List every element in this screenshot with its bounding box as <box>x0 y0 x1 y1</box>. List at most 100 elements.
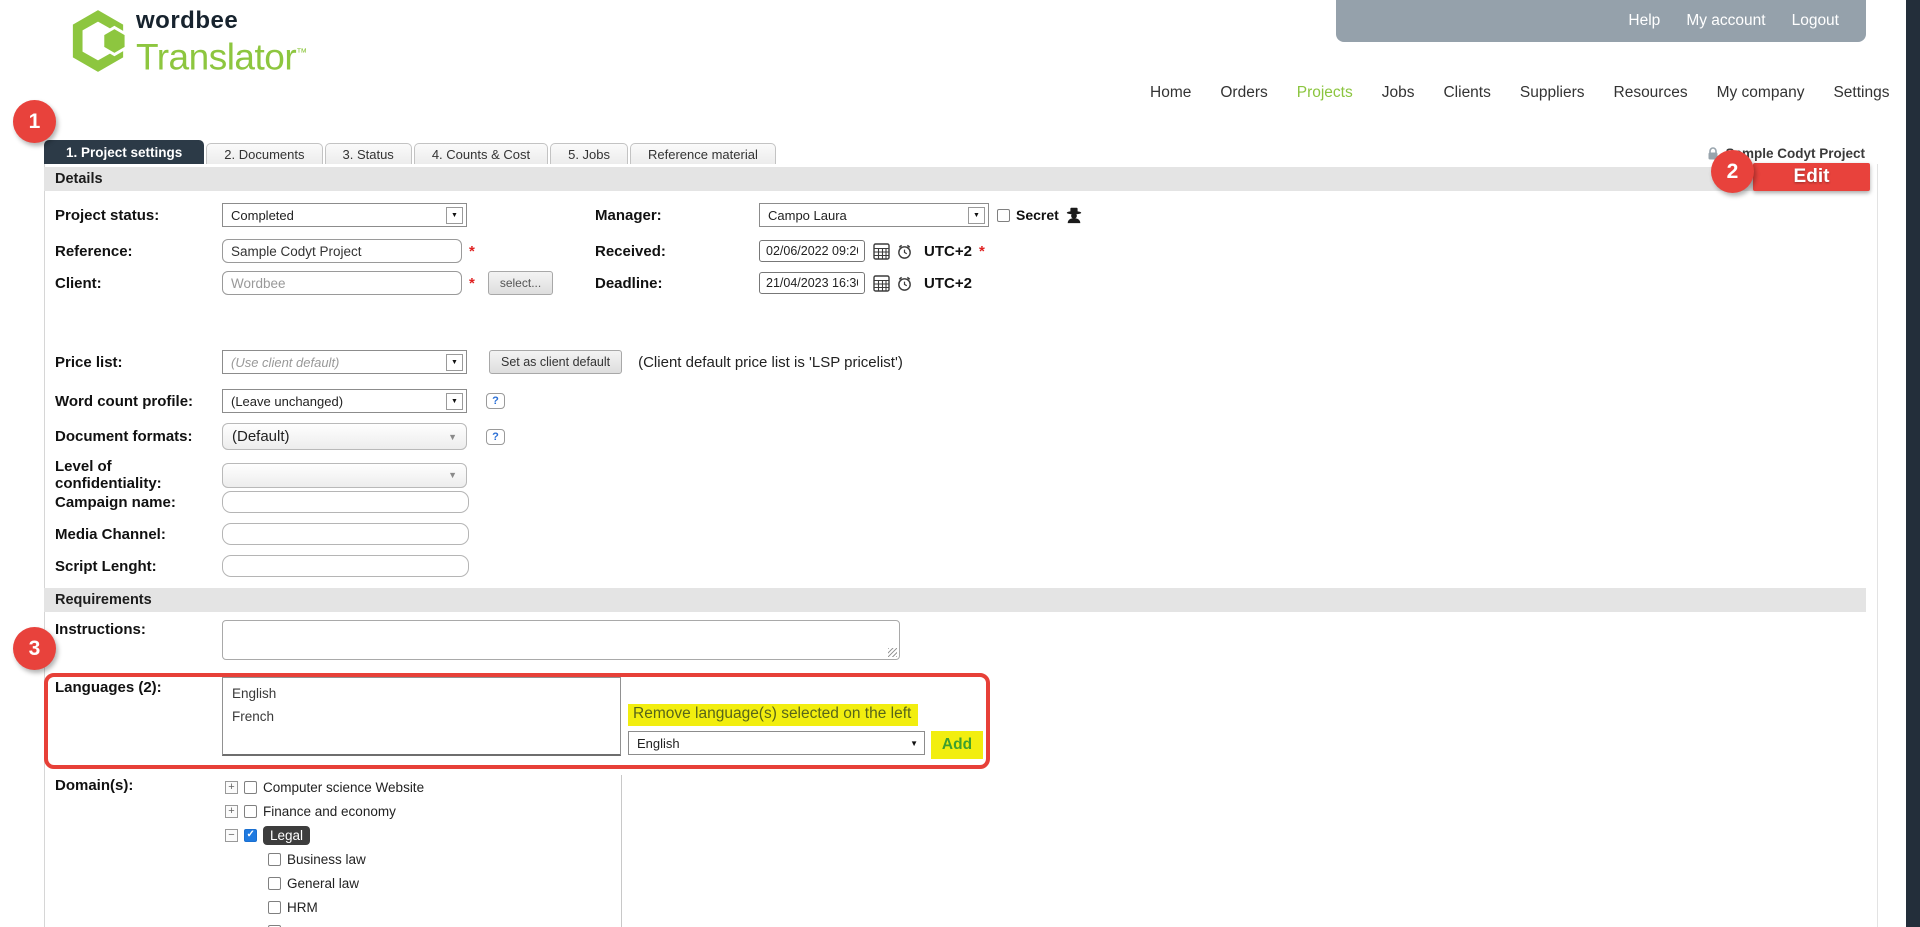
right-scrollbar-strip[interactable] <box>1906 0 1920 927</box>
chevron-down-icon[interactable]: ▼ <box>910 739 918 748</box>
logo-product-name: Translator™ <box>136 34 307 76</box>
required-asterisk: * <box>469 243 475 260</box>
chevron-down-icon[interactable]: ▼ <box>446 207 463 224</box>
my-account-link[interactable]: My account <box>1686 12 1765 30</box>
confidentiality-label: Level of confidentiality: <box>55 458 222 492</box>
tab-documents[interactable]: 2. Documents <box>206 143 322 164</box>
tree-row-general-law: General law <box>220 875 621 892</box>
tree-row-business-law: Business law <box>220 851 621 868</box>
chevron-down-icon[interactable]: ▼ <box>968 207 985 224</box>
nav-item-resources[interactable]: Resources <box>1614 84 1688 102</box>
domain-label[interactable]: General law <box>287 876 359 891</box>
chevron-down-icon[interactable]: ▼ <box>446 354 463 371</box>
expand-plus-icon[interactable]: + <box>225 781 238 794</box>
nav-item-settings[interactable]: Settings <box>1833 84 1889 102</box>
deadline-timezone: UTC+2 <box>924 275 972 292</box>
received-date-input[interactable] <box>759 240 865 262</box>
required-asterisk: * <box>469 275 475 292</box>
language-option-english[interactable]: English <box>223 682 620 705</box>
word-count-profile-select[interactable]: (Leave unchanged) ▼ <box>222 389 467 413</box>
tab-project-settings[interactable]: 1. Project settings <box>44 140 204 164</box>
remove-language-hint: Remove language(s) selected on the left <box>628 704 918 726</box>
chevron-down-icon: ▼ <box>448 470 457 480</box>
price-list-note: (Client default price list is 'LSP price… <box>638 354 903 371</box>
help-icon[interactable]: ? <box>486 429 505 445</box>
domain-checkbox-computer-science[interactable] <box>244 781 257 794</box>
help-link[interactable]: Help <box>1628 12 1660 30</box>
calendar-icon[interactable] <box>873 275 890 292</box>
chevron-down-icon[interactable]: ▼ <box>446 393 463 410</box>
document-formats-value: (Default) <box>232 428 290 445</box>
media-channel-input[interactable] <box>222 523 469 545</box>
price-list-label: Price list: <box>55 354 222 371</box>
client-select-button[interactable]: select... <box>488 271 553 295</box>
textarea-resize-handle-icon[interactable] <box>888 648 897 657</box>
tab-reference-material[interactable]: Reference material <box>630 143 776 164</box>
price-list-value: (Use client default) <box>231 355 339 370</box>
set-client-default-button[interactable]: Set as client default <box>489 350 622 374</box>
secret-label: Secret <box>1016 207 1059 223</box>
campaign-name-input[interactable] <box>222 491 469 513</box>
row-domains: Domain(s): <box>55 777 222 794</box>
language-option-french[interactable]: French <box>223 705 620 728</box>
tree-row-hrm: HRM <box>220 899 621 916</box>
add-language-select[interactable]: English ▼ <box>628 731 925 755</box>
wordbee-hexagon-logo-icon <box>69 8 127 74</box>
spy-icon <box>1065 206 1083 224</box>
project-status-select[interactable]: Completed ▼ <box>222 203 467 227</box>
domain-checkbox-general-law[interactable] <box>268 877 281 890</box>
chevron-down-icon: ▼ <box>448 432 457 442</box>
logo-wordmark: wordbee <box>136 8 307 34</box>
client-input[interactable] <box>222 271 462 295</box>
domain-label[interactable]: Finance and economy <box>263 804 396 819</box>
tab-jobs[interactable]: 5. Jobs <box>550 143 628 164</box>
logout-link[interactable]: Logout <box>1792 12 1839 30</box>
nav-item-projects[interactable]: Projects <box>1297 84 1353 102</box>
nav-item-orders[interactable]: Orders <box>1220 84 1267 102</box>
secret-option: Secret <box>997 206 1083 224</box>
instructions-textarea[interactable] <box>222 620 900 660</box>
project-status-value: Completed <box>231 208 294 223</box>
nav-item-home[interactable]: Home <box>1150 84 1191 102</box>
received-group: Received: UTC+2 * <box>595 240 985 262</box>
domain-checkbox-business-law[interactable] <box>268 853 281 866</box>
nav-item-my-company[interactable]: My company <box>1717 84 1805 102</box>
edit-button[interactable]: Edit <box>1753 163 1870 191</box>
domain-checkbox-finance-economy[interactable] <box>244 805 257 818</box>
reference-label: Reference: <box>55 243 222 260</box>
content-right-border <box>1877 164 1878 927</box>
deadline-date-input[interactable] <box>759 272 865 294</box>
manager-label: Manager: <box>595 207 759 224</box>
languages-listbox[interactable]: English French <box>222 677 621 756</box>
nav-item-suppliers[interactable]: Suppliers <box>1520 84 1585 102</box>
calendar-icon[interactable] <box>873 243 890 260</box>
deadline-label: Deadline: <box>595 275 759 292</box>
tab-counts-cost[interactable]: 4. Counts & Cost <box>414 143 548 164</box>
reference-input[interactable] <box>222 239 462 263</box>
word-count-profile-value: (Leave unchanged) <box>231 394 343 409</box>
domain-label-selected[interactable]: Legal <box>263 826 310 845</box>
help-icon[interactable]: ? <box>486 393 505 409</box>
domain-label[interactable]: HRM <box>287 900 318 915</box>
domain-label[interactable]: Computer science Website <box>263 780 424 795</box>
clock-icon[interactable] <box>896 243 913 260</box>
add-language-button[interactable]: Add <box>931 731 983 759</box>
script-length-input[interactable] <box>222 555 469 577</box>
domain-label[interactable]: Business law <box>287 852 366 867</box>
collapse-minus-icon[interactable]: − <box>225 829 238 842</box>
secret-checkbox[interactable] <box>997 209 1010 222</box>
tree-row-cutoff <box>220 923 621 927</box>
nav-item-jobs[interactable]: Jobs <box>1382 84 1415 102</box>
confidentiality-select[interactable]: ▼ <box>222 463 467 488</box>
tab-status[interactable]: 3. Status <box>325 143 412 164</box>
expand-plus-icon[interactable]: + <box>225 805 238 818</box>
nav-item-clients[interactable]: Clients <box>1443 84 1490 102</box>
manager-select[interactable]: Campo Laura ▼ <box>759 203 989 227</box>
campaign-name-label: Campaign name: <box>55 494 222 511</box>
domain-checkbox-hrm[interactable] <box>268 901 281 914</box>
domain-checkbox-legal[interactable] <box>244 829 257 842</box>
document-formats-select[interactable]: (Default) ▼ <box>222 423 467 450</box>
price-list-select[interactable]: (Use client default) ▼ <box>222 350 467 374</box>
clock-icon[interactable] <box>896 275 913 292</box>
deadline-group: Deadline: UTC+2 <box>595 272 972 294</box>
